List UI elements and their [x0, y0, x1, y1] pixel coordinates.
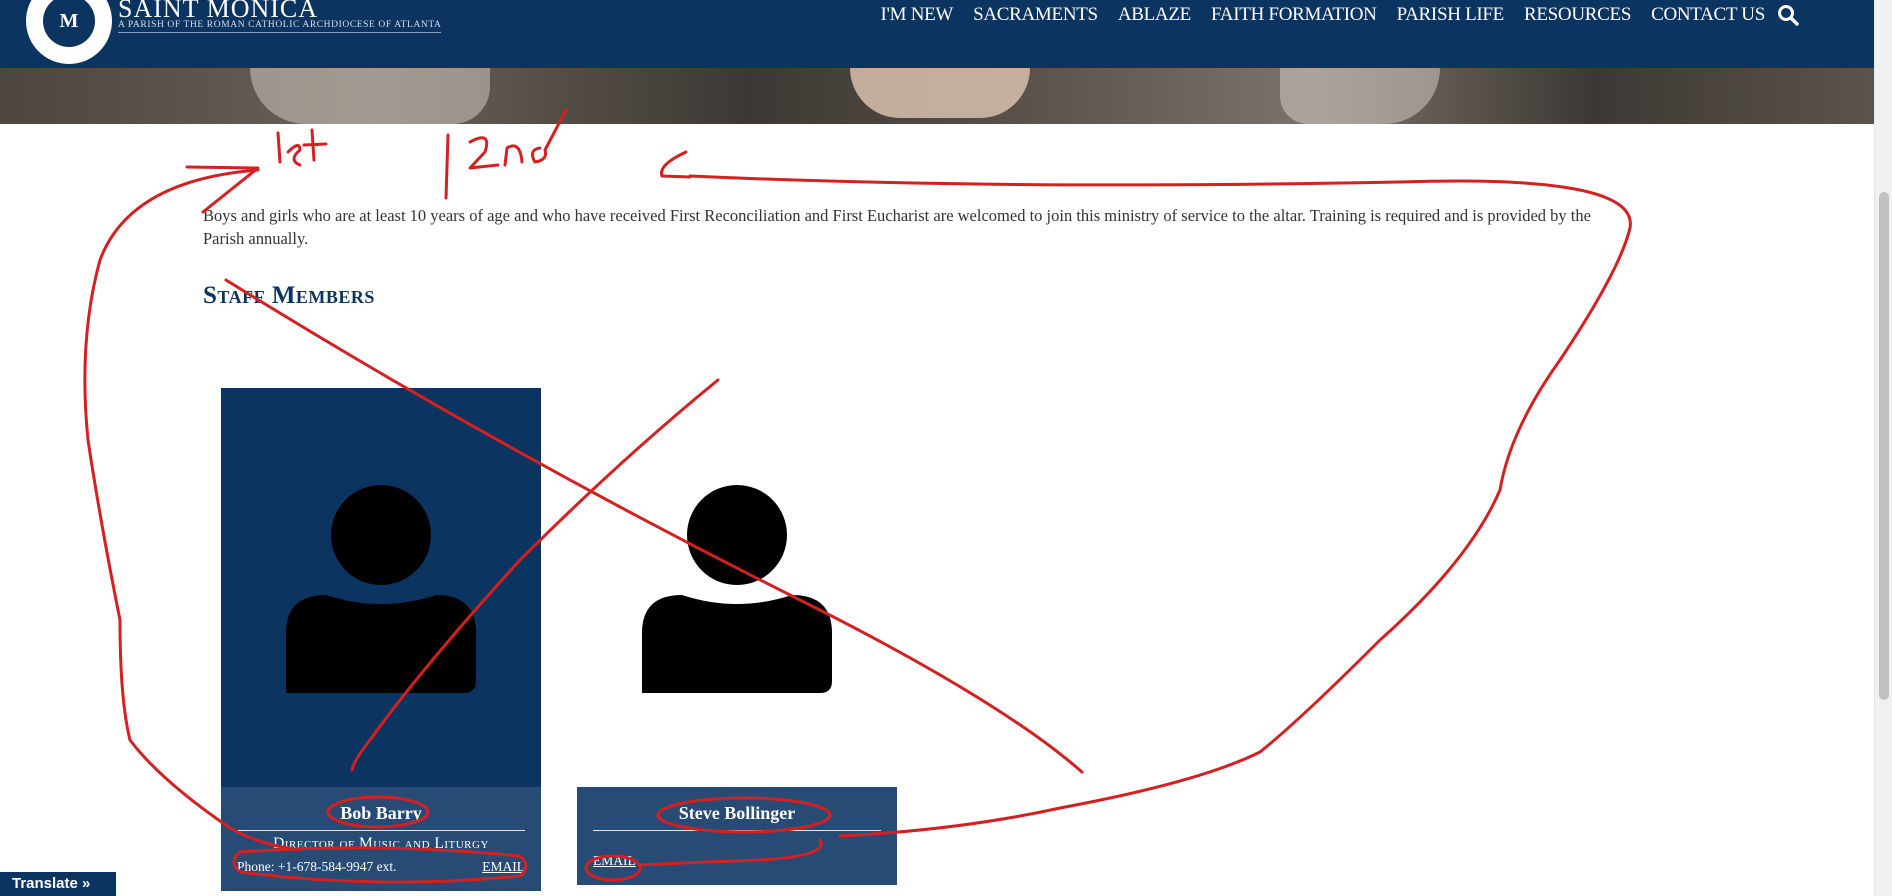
nav-item-faith-formation[interactable]: FAITH FORMATION — [1201, 4, 1387, 26]
nav-item-contact-us[interactable]: CONTACT US — [1641, 4, 1775, 26]
intro-paragraph: Boys and girls who are at least 10 years… — [203, 206, 1591, 248]
search-icon[interactable] — [1777, 4, 1799, 26]
email-link[interactable]: EMAIL — [593, 853, 636, 869]
nav-item-parish-life[interactable]: PARISH LIFE — [1387, 4, 1514, 26]
main-nav: I'M NEW SACRAMENTS ABLAZE FAITH FORMATIO… — [871, 4, 1776, 26]
staff-members-heading: Staff Members — [203, 282, 375, 309]
staff-card-bob-barry: Bob Barry Director of Music and Liturgy … — [221, 388, 541, 891]
parish-logo[interactable]: M — [26, 0, 112, 64]
nav-item-ablaze[interactable]: ABLAZE — [1108, 4, 1201, 26]
site-header: M SAINT MONICA A PARISH OF THE ROMAN CAT… — [0, 0, 1875, 68]
staff-name: Steve Bollinger — [593, 803, 881, 831]
staff-title: Director of Music and Liturgy — [273, 835, 489, 852]
staff-card-steve-bollinger: Steve Bollinger EMAIL — [577, 388, 897, 885]
staff-card-info: Steve Bollinger EMAIL — [577, 787, 897, 885]
annotation-2nd-label: 2nd — [510, 149, 512, 151]
translate-button[interactable]: Translate » — [0, 872, 116, 896]
nav-item-sacraments[interactable]: SACRAMENTS — [963, 4, 1108, 26]
hero-hands — [850, 68, 1030, 118]
staff-phone[interactable]: Phone: +1-678-584-9947 ext. — [237, 859, 396, 875]
annotation-1st-label: 1st — [300, 149, 302, 151]
person-icon — [642, 485, 832, 693]
page-scrollbar[interactable] — [1874, 0, 1892, 896]
brand-subtitle: A PARISH OF THE ROMAN CATHOLIC ARCHDIOCE… — [118, 20, 442, 33]
nav-item-im-new[interactable]: I'M NEW — [871, 4, 964, 26]
staff-contact-row: Phone: +1-678-584-9947 ext. EMAIL — [221, 859, 541, 875]
annotation-arrow-right — [660, 150, 692, 179]
hero-image — [0, 68, 1875, 124]
scrollbar-thumb[interactable] — [1879, 192, 1889, 700]
annotation-1st-mark — [276, 128, 328, 167]
nav-item-resources[interactable]: RESOURCES — [1514, 4, 1641, 26]
staff-contact-row: EMAIL — [577, 853, 897, 869]
hero-lace-left — [250, 68, 490, 124]
avatar — [221, 388, 541, 788]
hero-lace-right — [1280, 68, 1440, 124]
email-link[interactable]: EMAIL — [482, 859, 525, 875]
avatar — [577, 388, 897, 788]
logo-monogram: M — [43, 0, 95, 47]
person-icon — [286, 485, 476, 693]
staff-card-info: Bob Barry Director of Music and Liturgy … — [221, 787, 541, 891]
staff-name: Bob Barry — [237, 803, 525, 831]
